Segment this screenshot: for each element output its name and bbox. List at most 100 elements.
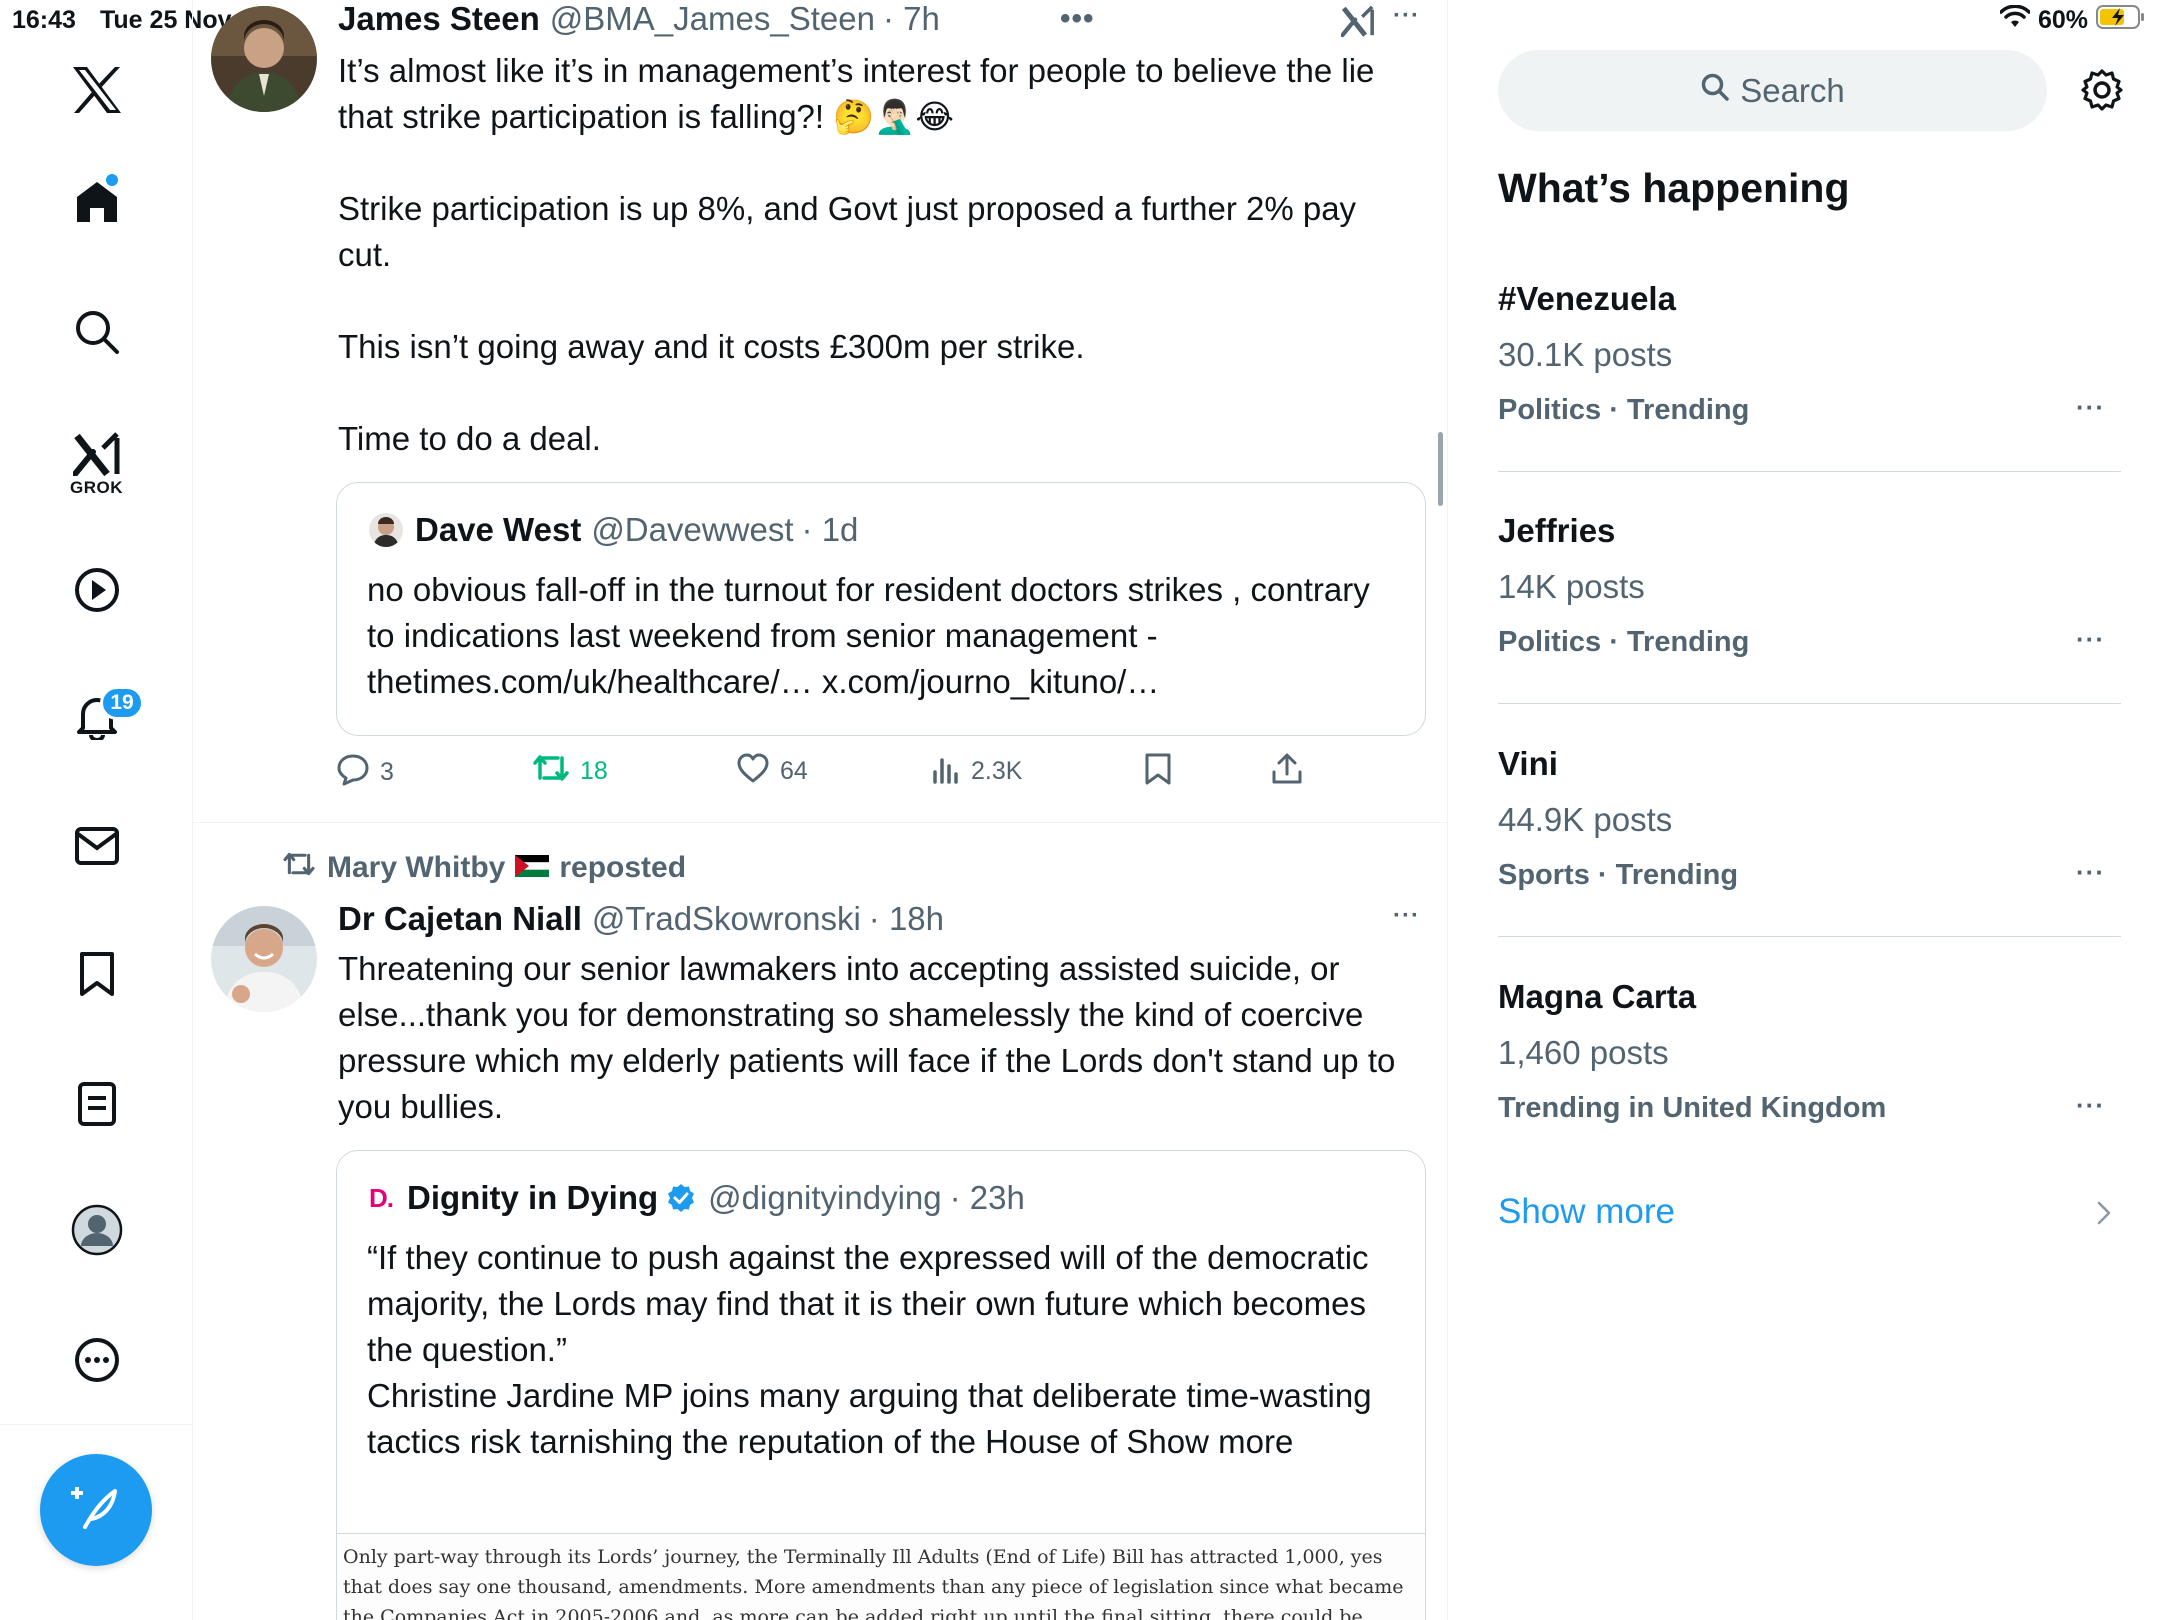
trend-name: Jeffries bbox=[1498, 512, 1616, 549]
wifi-icon bbox=[1999, 4, 2031, 36]
tweet-paragraph: It’s almost like it’s in management’s in… bbox=[338, 52, 1375, 135]
quote-author: D. Dignity in Dying @dignityindying · 23… bbox=[369, 1179, 1025, 1217]
nav-explore[interactable] bbox=[0, 302, 193, 362]
views-count: 2.3K bbox=[971, 757, 1023, 785]
author-handle[interactable]: @BMA_James_Steen bbox=[550, 0, 875, 38]
trend-divider bbox=[1498, 471, 2121, 472]
mail-icon bbox=[74, 826, 120, 866]
tweet-overflow-dots[interactable]: ••• bbox=[1060, 2, 1095, 36]
battery-percent: 60% bbox=[2037, 6, 2088, 34]
scrollbar[interactable] bbox=[1438, 432, 1443, 506]
grok-icon[interactable] bbox=[1340, 4, 1375, 43]
nav-profile[interactable] bbox=[0, 1200, 193, 1260]
tweet-actions: 3 18 64 2.3K bbox=[336, 752, 1366, 792]
trend-count: 30.1K posts bbox=[1498, 336, 1673, 373]
nav-home[interactable] bbox=[0, 172, 193, 232]
repost-button[interactable]: 18 bbox=[532, 752, 608, 791]
trend-more-menu[interactable]: ··· bbox=[2076, 624, 2105, 655]
like-button[interactable]: 64 bbox=[736, 752, 808, 791]
quote-body: no obvious fall-off in the turnout for r… bbox=[367, 571, 1370, 700]
quote-tweet[interactable]: D. Dignity in Dying @dignityindying · 23… bbox=[336, 1150, 1426, 1620]
avatar[interactable] bbox=[211, 906, 317, 1012]
author-name[interactable]: Dr Cajetan Niall bbox=[338, 900, 582, 938]
battery-icon bbox=[2096, 4, 2146, 37]
quote-author-handle: @dignityindying bbox=[708, 1179, 942, 1216]
reposter-name[interactable]: Mary Whitby bbox=[327, 851, 505, 885]
trend-more-menu[interactable]: ··· bbox=[2076, 392, 2105, 423]
trend-divider bbox=[1498, 936, 2121, 937]
quote-time: · 1d bbox=[801, 511, 859, 548]
trend-more-menu[interactable]: ··· bbox=[2076, 857, 2105, 888]
trend-count: 14K posts bbox=[1498, 568, 1645, 605]
views-button[interactable]: 2.3K bbox=[931, 752, 1022, 791]
tweet-body: Threatening our senior lawmakers into ac… bbox=[338, 950, 1396, 1125]
views-icon bbox=[931, 752, 961, 791]
trend-more-menu[interactable]: ··· bbox=[2076, 1090, 2105, 1121]
nav-more[interactable] bbox=[0, 1330, 193, 1390]
status-indicators: 60% bbox=[1999, 4, 2146, 37]
nav-messages[interactable] bbox=[0, 816, 193, 876]
grok-label: GROK bbox=[70, 478, 123, 497]
search-icon bbox=[1700, 72, 1730, 110]
author-handle[interactable]: @TradSkowronski bbox=[592, 900, 861, 938]
quote-paragraph: Christine Jardine MP joins many arguing … bbox=[367, 1377, 1372, 1460]
trends-heading: What’s happening bbox=[1498, 165, 1850, 211]
profile-icon bbox=[71, 1204, 123, 1256]
trend-name: #Venezuela bbox=[1498, 280, 1676, 317]
tweet-body: It’s almost like it’s in management’s in… bbox=[338, 48, 1408, 462]
reply-button[interactable]: 3 bbox=[336, 752, 394, 793]
show-more-link[interactable]: Show more bbox=[1498, 1192, 1675, 1232]
bookmark-icon bbox=[77, 951, 117, 997]
nav-notifications[interactable] bbox=[0, 686, 193, 746]
chevron-right-icon[interactable] bbox=[2096, 1200, 2112, 1231]
quote-tweet[interactable]: Dave West @Davewwest · 1d no obvious fal… bbox=[336, 482, 1426, 736]
repost-context: Mary Whitby reposted bbox=[281, 850, 686, 886]
trend-category: Trending in United Kingdom bbox=[1498, 1092, 1887, 1124]
settings-button[interactable] bbox=[2080, 68, 2124, 117]
home-unread-dot bbox=[106, 174, 118, 186]
repost-icon bbox=[281, 850, 317, 886]
trend-category: Sports · Trending bbox=[1498, 859, 1739, 891]
heart-icon bbox=[736, 752, 770, 791]
tweet-divider bbox=[193, 822, 1447, 823]
tweet-author: Dr Cajetan Niall @TradSkowronski · 18h bbox=[338, 900, 944, 938]
reply-icon bbox=[336, 752, 370, 793]
like-count: 64 bbox=[780, 757, 808, 785]
tweet-author: James Steen @BMA_James_Steen · 7h bbox=[338, 0, 940, 38]
quote-body: “If they continue to push against the ex… bbox=[367, 1235, 1387, 1465]
quote-author: Dave West @Davewwest · 1d bbox=[369, 511, 858, 549]
avatar[interactable] bbox=[211, 6, 317, 112]
search-placeholder: Search bbox=[1740, 71, 1845, 109]
quote-author-name: Dave West bbox=[415, 511, 582, 548]
nav-bookmarks[interactable] bbox=[0, 944, 193, 1004]
tweet-paragraph: Time to do a deal. bbox=[338, 420, 601, 457]
tweet-time[interactable]: · 18h bbox=[869, 900, 944, 938]
trend-category: Politics · Trending bbox=[1498, 626, 1750, 658]
search-input[interactable]: Search bbox=[1498, 50, 2047, 131]
share-button[interactable] bbox=[1271, 752, 1303, 793]
bookmark-button[interactable] bbox=[1144, 752, 1172, 793]
x-logo[interactable] bbox=[0, 58, 193, 122]
compose-icon bbox=[71, 1483, 121, 1538]
nav-lists[interactable] bbox=[0, 1074, 193, 1134]
tweet-time[interactable]: · 7h bbox=[883, 0, 940, 38]
trend-category: Politics · Trending bbox=[1498, 394, 1750, 426]
nav-divider bbox=[0, 1424, 193, 1425]
repost-count: 18 bbox=[580, 757, 608, 785]
more-icon bbox=[74, 1337, 120, 1383]
logo-letter: D. bbox=[369, 1182, 394, 1213]
author-name[interactable]: James Steen bbox=[338, 0, 540, 38]
tweet-more-menu[interactable]: ··· bbox=[1393, 2, 1420, 30]
tweet-paragraph: Strike participation is up 8%, and Govt … bbox=[338, 190, 1357, 273]
nav-grok[interactable]: GROK bbox=[0, 428, 193, 502]
lists-icon bbox=[77, 1081, 117, 1127]
trend-count: 1,460 posts bbox=[1498, 1034, 1669, 1071]
repost-icon bbox=[532, 752, 570, 791]
tweet-paragraph: This isn’t going away and it costs £300m… bbox=[338, 328, 1085, 365]
quote-author-name: Dignity in Dying bbox=[407, 1179, 659, 1216]
nav-video[interactable] bbox=[0, 560, 193, 620]
compose-button[interactable] bbox=[40, 1454, 152, 1566]
sidebar-nav: GROK 19 bbox=[0, 0, 193, 1620]
bookmark-icon bbox=[1144, 752, 1172, 793]
tweet-more-menu[interactable]: ··· bbox=[1393, 902, 1420, 930]
